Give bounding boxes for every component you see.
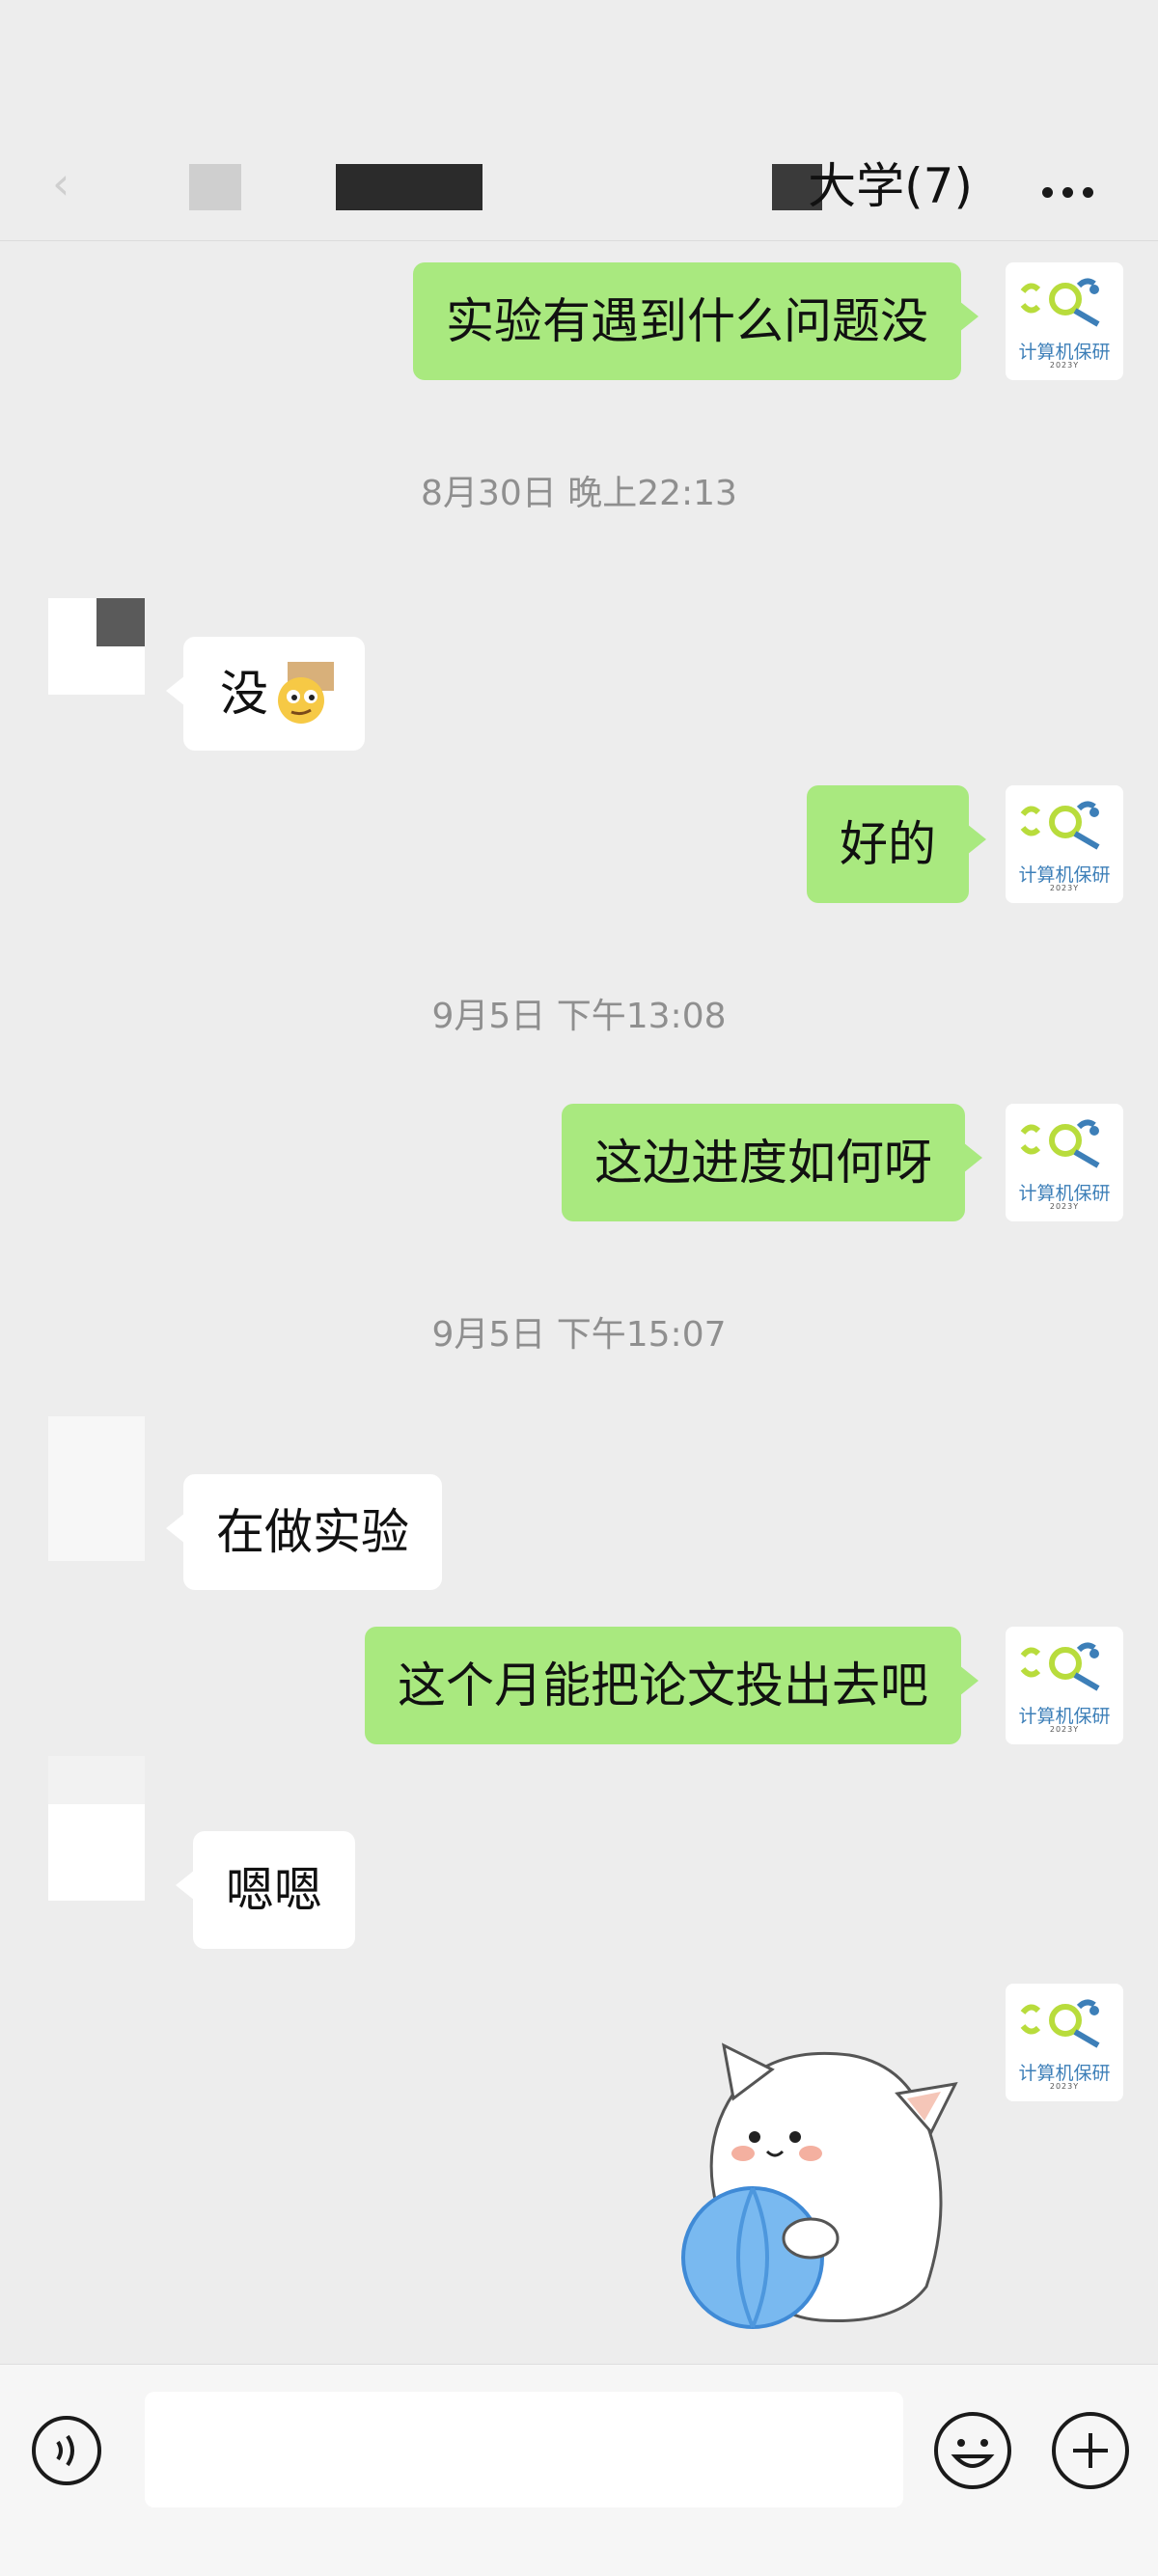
blurred-title-part	[189, 164, 241, 210]
logo-icon	[1020, 1642, 1100, 1691]
avatar-logo-subtext: 2023Y	[1049, 884, 1080, 892]
message-bubble-out[interactable]: 这边进度如何呀	[562, 1104, 982, 1221]
input-bar	[0, 2364, 1158, 2576]
more-dots-icon[interactable]	[1042, 183, 1104, 198]
logo-icon	[1020, 1999, 1100, 2048]
message-text: 没	[220, 666, 268, 722]
chat-header: ‹ 大学(7)	[0, 125, 1158, 241]
emoji-icon[interactable]	[932, 2410, 1013, 2491]
message-bubble-out[interactable]: 好的	[807, 785, 986, 903]
chevron-left-icon[interactable]: ‹	[52, 160, 98, 206]
message-bubble-out[interactable]: 实验有遇到什么问题没	[413, 262, 979, 380]
avatar-other[interactable]	[48, 598, 145, 695]
avatar-logo-text: 计算机保研	[1018, 2063, 1111, 2084]
avatar-other[interactable]	[48, 1756, 145, 1901]
avatar-logo-text: 计算机保研	[1018, 1183, 1111, 1204]
avatar-me[interactable]: 计算机保研 2023Y	[1006, 1627, 1123, 1744]
message-text: 嗯嗯	[226, 1862, 322, 1918]
avatar-me[interactable]: 计算机保研 2023Y	[1006, 262, 1123, 380]
logo-icon	[1020, 278, 1100, 327]
avatar-other[interactable]	[48, 1416, 145, 1561]
avatar-logo-text: 计算机保研	[1018, 864, 1111, 886]
message-text: 好的	[840, 816, 936, 872]
message-text: 在做实验	[216, 1504, 409, 1560]
avatar-me[interactable]: 计算机保研 2023Y	[1006, 785, 1123, 903]
logo-icon	[1020, 801, 1100, 850]
timestamp: 9月5日 下午15:07	[431, 1315, 727, 1355]
message-bubble-out[interactable]: 这个月能把论文投出去吧	[365, 1627, 979, 1744]
message-text: 这边进度如何呀	[594, 1135, 932, 1191]
avatar-logo-subtext: 2023Y	[1049, 361, 1080, 370]
plus-icon[interactable]	[1050, 2410, 1131, 2491]
avatar-blur	[48, 1756, 145, 1804]
avatar-logo-text: 计算机保研	[1018, 1706, 1111, 1727]
avatar-blur	[96, 598, 145, 646]
avatar-logo-subtext: 2023Y	[1049, 1202, 1080, 1211]
chat-title: 大学(7)	[808, 158, 973, 214]
white-cat-with-blue-ball-sticker[interactable]	[666, 2007, 975, 2335]
avatar-logo-text: 计算机保研	[1018, 342, 1111, 363]
message-bubble-in[interactable]: 没	[166, 637, 365, 751]
avatar-me[interactable]: 计算机保研 2023Y	[1006, 1984, 1123, 2101]
voice-icon[interactable]	[29, 2413, 104, 2488]
avatar-logo-subtext: 2023Y	[1049, 1725, 1080, 1734]
timestamp: 8月30日 晚上22:13	[421, 474, 737, 513]
timestamp: 9月5日 下午13:08	[431, 997, 727, 1036]
avatar-me[interactable]: 计算机保研 2023Y	[1006, 1104, 1123, 1221]
smirk-emoji-icon	[278, 662, 334, 724]
message-text: 实验有遇到什么问题没	[446, 293, 928, 349]
message-input[interactable]	[145, 2392, 903, 2507]
message-bubble-in[interactable]: 在做实验	[166, 1474, 442, 1590]
avatar-logo-subtext: 2023Y	[1049, 2082, 1080, 2091]
message-text: 这个月能把论文投出去吧	[398, 1658, 928, 1713]
message-bubble-in[interactable]: 嗯嗯	[176, 1831, 355, 1949]
blurred-title-part	[336, 164, 482, 210]
logo-icon	[1020, 1119, 1100, 1168]
